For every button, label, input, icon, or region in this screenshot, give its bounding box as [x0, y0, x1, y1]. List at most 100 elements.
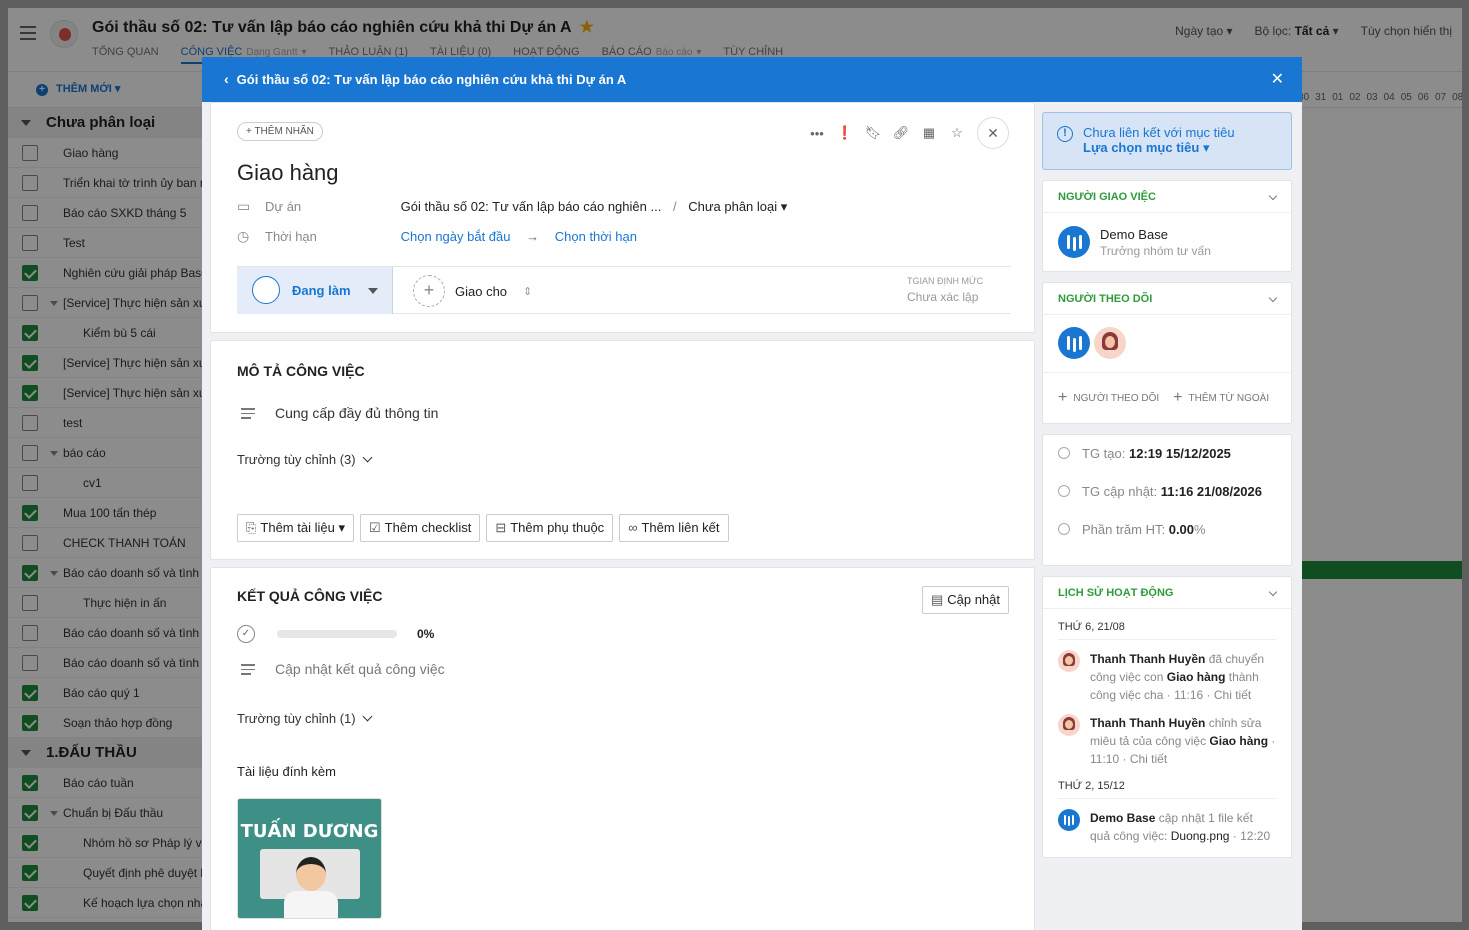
category-dropdown[interactable]: Chưa phân loại ▾: [688, 199, 787, 214]
avatar[interactable]: [1093, 327, 1126, 359]
arrow-right-icon: →: [526, 229, 540, 244]
history-date: THỨ 2, 15/12: [1058, 768, 1276, 799]
result-title: KẾT QUẢ CÔNG VIỆC: [237, 588, 383, 604]
more-icon[interactable]: •••: [809, 125, 825, 141]
task-info-card: TG tạo: 12:19 15/12/2025 TG cập nhật: 11…: [1042, 434, 1292, 566]
history-entry: Thanh Thanh Huyền chỉnh sửa miêu tả của …: [1058, 704, 1276, 768]
avatar: [1058, 714, 1080, 736]
activity-history-card: LỊCH SỬ HOẠT ĐỘNG THỨ 6, 21/08 Thanh Than…: [1042, 576, 1292, 858]
sort-arrows-icon: ⇕: [523, 285, 533, 298]
star-outline-icon[interactable]: ☆: [949, 125, 965, 141]
description-text[interactable]: Cung cấp đầy đủ thông tin: [241, 405, 438, 421]
document-edit-icon: ▤: [930, 592, 944, 607]
history-header[interactable]: LỊCH SỬ HOẠT ĐỘNG: [1043, 577, 1291, 609]
history-object[interactable]: Giao hàng: [1167, 670, 1226, 684]
info-icon: !: [1057, 126, 1073, 142]
custom-fields-toggle-2[interactable]: Trường tùy chỉnh (1): [237, 711, 373, 726]
task-title[interactable]: Giao hàng: [237, 160, 339, 186]
add-tag-button[interactable]: + THÊM NHÃN: [237, 122, 323, 141]
history-detail-link[interactable]: Chi tiết: [1214, 688, 1251, 702]
back-chevron-icon[interactable]: ‹: [224, 57, 229, 102]
add-checklist-button[interactable]: ☑ Thêm checklist: [359, 514, 481, 542]
history-entry: Demo Base cập nhật 1 file kết quả công v…: [1058, 799, 1276, 845]
assign-button[interactable]: + Giao cho ⇕: [413, 275, 532, 307]
add-assignee-icon: +: [413, 275, 445, 307]
created-time: TG tạo: 12:19 15/12/2025: [1058, 443, 1276, 481]
result-card: KẾT QUẢ CÔNG VIỆC ▤ Cập nhật ✓ 0% Cập nhậ…: [210, 567, 1035, 930]
priority-icon[interactable]: ❗: [837, 125, 853, 141]
completion-percent: Phần trăm HT: 0.00%: [1058, 519, 1276, 557]
deadline-row: ◷ Thời hạn Chọn ngày bắt đầu → Chọn thời …: [237, 228, 637, 244]
chevron-down-icon: [362, 711, 373, 722]
history-action-post: Duong.png: [1170, 829, 1230, 843]
close-task-icon[interactable]: ✕: [977, 117, 1009, 149]
calendar-icon[interactable]: ▦: [921, 125, 937, 141]
history-date: THỨ 6, 21/08: [1058, 609, 1276, 640]
bookmark-icon[interactable]: 🔖︎: [865, 125, 882, 141]
task-detail-modal: ‹ Gói thầu số 02: Tư vấn lập báo cáo nghi…: [202, 57, 1302, 930]
progress-bar: [277, 630, 397, 638]
result-input[interactable]: Cập nhật kết quả công việc: [241, 661, 445, 677]
end-date-link[interactable]: Chọn thời hạn: [555, 229, 637, 244]
calendar-clock-icon: ◷: [237, 228, 250, 244]
history-user[interactable]: Demo Base: [1090, 811, 1155, 825]
assigner-header[interactable]: NGƯỜI GIAO VIỆC: [1043, 181, 1291, 213]
history-object[interactable]: Giao hàng: [1209, 734, 1268, 748]
updated-time: TG cập nhật: 11:16 21/08/2026: [1058, 481, 1276, 519]
folder-icon: ▭: [237, 198, 251, 214]
add-link-button[interactable]: ∞ Thêm liên kết: [619, 514, 729, 542]
add-dependency-button[interactable]: ⊟ Thêm phụ thuộc: [486, 514, 614, 542]
goal-link-box[interactable]: ! Chưa liên kết với mục tiêu Lựa chọn mụ…: [1042, 112, 1292, 170]
check-circle-icon: [1058, 523, 1070, 535]
avatar: [1058, 226, 1090, 258]
estimate-field[interactable]: TGIAN ĐỊNH MỨC Chưa xác lập: [907, 276, 1011, 304]
history-text: Demo Base cập nhật 1 file kết quả công v…: [1090, 811, 1271, 843]
add-document-button[interactable]: ⎘ Thêm tài liệu ▾: [237, 514, 354, 542]
history-time: 11:10: [1090, 752, 1120, 766]
task-actions: ••• ❗ 🔖︎ 🔗︎ ▦ ☆ ✕: [809, 117, 1009, 149]
follower-actions: NGƯỜI THEO DÕI THÊM TỪ NGOÀI: [1043, 373, 1291, 423]
modal-header-title[interactable]: Gói thầu số 02: Tư vấn lập báo cáo nghiê…: [237, 72, 627, 87]
chevron-down-icon: [1268, 191, 1278, 201]
status-strip: Đang làm + Giao cho ⇕ TGIAN ĐỊNH MỨC Chư…: [237, 266, 1011, 314]
start-date-link[interactable]: Chọn ngày bắt đầu: [401, 229, 511, 244]
description-card: MÔ TẢ CÔNG VIỆC Cung cấp đầy đủ thông ti…: [210, 340, 1035, 560]
history-text: Thanh Thanh Huyền chỉnh sửa miêu tả của …: [1090, 716, 1276, 766]
add-follower-button[interactable]: NGƯỜI THEO DÕI: [1058, 389, 1159, 407]
select-goal-link[interactable]: Lựa chọn mục tiêu ▾: [1083, 140, 1277, 156]
add-external-button[interactable]: THÊM TỪ NGOÀI: [1173, 389, 1270, 407]
chevron-down-icon: [1268, 293, 1278, 303]
avatar[interactable]: [1058, 327, 1090, 359]
attachment-thumbnail[interactable]: TUẤN DƯƠNG: [237, 798, 382, 919]
project-row: ▭ Dự án Gói thầu số 02: Tư vấn lập báo cá…: [237, 198, 788, 214]
status-dropdown[interactable]: Đang làm: [237, 267, 393, 314]
user-icon: [1058, 447, 1070, 459]
check-circle-icon: ✓: [237, 625, 255, 643]
history-entry: Thanh Thanh Huyền đã chuyển công việc co…: [1058, 640, 1276, 704]
task-summary-card: + THÊM NHÃN ••• ❗ 🔖︎ 🔗︎ ▦ ☆ ✕ Giao hàng …: [210, 102, 1035, 333]
close-icon[interactable]: ✕: [1271, 57, 1284, 102]
history-user[interactable]: Thanh Thanh Huyền: [1090, 652, 1205, 666]
custom-fields-toggle[interactable]: Trường tùy chỉnh (3): [237, 452, 373, 467]
history-user[interactable]: Thanh Thanh Huyền: [1090, 716, 1205, 730]
update-result-button[interactable]: ▤ Cập nhật: [921, 586, 1009, 614]
clock-icon: [1058, 485, 1070, 497]
task-side-panel: ! Chưa liên kết với mục tiêu Lựa chọn mụ…: [1042, 112, 1292, 858]
paperclip-icon: ⎘: [246, 520, 257, 535]
text-lines-icon: [241, 664, 255, 676]
assigner-card: NGƯỜI GIAO VIỆC Demo Base Trưởng nhóm tư …: [1042, 180, 1292, 272]
link-icon[interactable]: 🔗︎: [893, 125, 910, 141]
history-detail-link[interactable]: Chi tiết: [1130, 752, 1167, 766]
history-text: Thanh Thanh Huyền đã chuyển công việc co…: [1090, 652, 1265, 702]
assigner-person[interactable]: Demo Base Trưởng nhóm tư vấn: [1043, 213, 1291, 271]
project-link[interactable]: Gói thầu số 02: Tư vấn lập báo cáo nghiê…: [401, 199, 662, 214]
description-title: MÔ TẢ CÔNG VIỆC: [237, 363, 365, 379]
task-main-column: + THÊM NHÃN ••• ❗ 🔖︎ 🔗︎ ▦ ☆ ✕ Giao hàng …: [210, 102, 1035, 930]
chevron-down-icon: [1268, 587, 1278, 597]
description-actions: ⎘ Thêm tài liệu ▾ ☑ Thêm checklist ⊟ Thêm p…: [237, 514, 729, 542]
attachments-title: Tài liệu đính kèm: [237, 764, 336, 779]
followers-header[interactable]: NGƯỜI THEO DÕI: [1043, 283, 1291, 315]
history-time: 11:16: [1174, 688, 1204, 702]
avatar: [1058, 809, 1080, 831]
status-circle-icon: [252, 276, 280, 304]
